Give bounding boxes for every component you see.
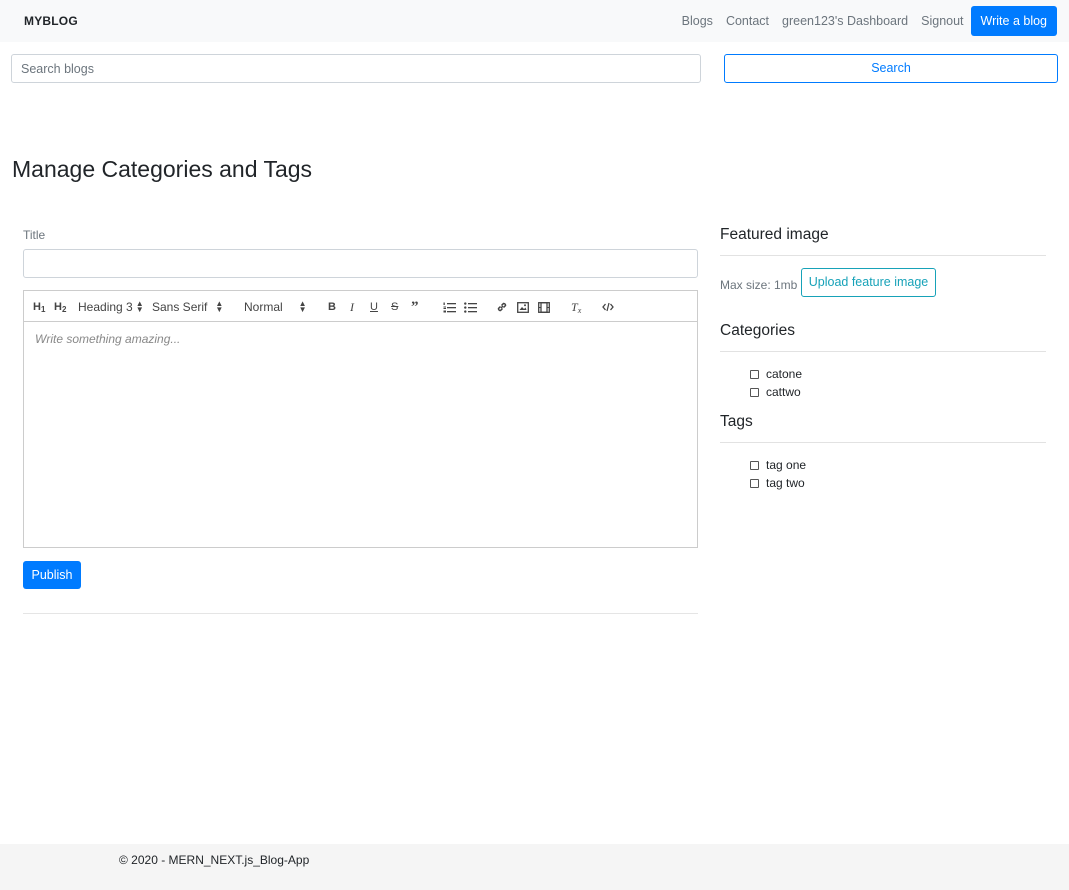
font-select[interactable]: Sans Serif ▲ ▼ [152, 299, 223, 315]
code-block-icon[interactable] [602, 299, 614, 315]
nav-link-contact[interactable]: Contact [726, 14, 769, 28]
divider [23, 613, 698, 614]
tag-checkbox[interactable] [750, 460, 759, 470]
italic-icon[interactable]: I [350, 299, 354, 315]
nav-links: Blogs Contact green123's Dashboard Signo… [669, 6, 1057, 36]
link-icon[interactable] [496, 299, 508, 315]
footer-copyright: © 2020 - MERN_NEXT.js_Blog-App [119, 853, 310, 867]
divider [720, 255, 1046, 256]
page-title: Manage Categories and Tags [12, 156, 313, 182]
footer: © 2020 - MERN_NEXT.js_Blog-App [0, 844, 1069, 890]
category-checkbox[interactable] [750, 369, 759, 379]
max-size-text: Max size: 1mb [720, 278, 798, 292]
editor-toolbar: H1 H2 Heading 3 ▲ ▼ Sans Serif ▲ ▼ Normal ▲ ▼ … [24, 291, 697, 322]
tag-label: tag two [766, 476, 805, 490]
tag-checkbox-row[interactable]: tag one [750, 458, 806, 472]
upload-feature-image-button[interactable]: Upload feature image [801, 268, 936, 297]
search-input[interactable] [11, 54, 701, 83]
size-select-value: Normal [244, 300, 283, 314]
image-icon[interactable] [517, 299, 529, 315]
clear-format-icon[interactable]: Tx [571, 299, 581, 315]
select-arrows-icon: ▲ ▼ [135, 299, 144, 314]
nav-link-blogs[interactable]: Blogs [682, 14, 713, 28]
strike-icon[interactable]: S [391, 299, 398, 315]
divider [720, 442, 1046, 443]
bullet-list-icon[interactable] [464, 299, 477, 315]
nav-link-signout[interactable]: Signout [921, 14, 963, 28]
search-button[interactable]: Search [724, 54, 1058, 83]
featured-image-heading: Featured image [720, 226, 829, 243]
underline-icon[interactable]: U [370, 299, 378, 315]
blockquote-icon[interactable]: ” [411, 299, 419, 315]
select-arrows-icon: ▲ ▼ [215, 299, 224, 314]
write-blog-button[interactable]: Write a blog [970, 6, 1057, 36]
video-icon[interactable] [538, 299, 550, 315]
h2-button[interactable]: H2 [54, 299, 66, 315]
tag-checkbox-row[interactable]: tag two [750, 476, 805, 490]
category-label: catone [766, 367, 803, 381]
nav-link-dashboard[interactable]: green123's Dashboard [782, 14, 908, 28]
category-checkbox-row[interactable]: cattwo [750, 385, 801, 399]
header-select-value: Heading 3 [78, 300, 133, 314]
title-label: Title [23, 228, 46, 242]
navbar: MYBLOG Blogs Contact green123's Dashboar… [0, 0, 1069, 42]
tags-heading: Tags [720, 413, 753, 430]
bold-icon[interactable]: B [328, 299, 336, 315]
title-input[interactable] [23, 249, 698, 278]
brand-logo[interactable]: MYBLOG [24, 14, 78, 28]
rich-text-editor: H1 H2 Heading 3 ▲ ▼ Sans Serif ▲ ▼ Normal ▲ ▼ … [23, 290, 698, 548]
category-label: cattwo [766, 385, 801, 399]
categories-heading: Categories [720, 322, 795, 339]
category-checkbox-row[interactable]: catone [750, 367, 802, 381]
editor-placeholder[interactable]: Write something amazing... [35, 332, 180, 346]
publish-button[interactable]: Publish [23, 561, 81, 589]
select-arrows-icon: ▲ ▼ [298, 299, 307, 314]
divider [720, 351, 1046, 352]
ordered-list-icon[interactable] [443, 299, 456, 315]
size-select[interactable]: Normal ▲ ▼ [244, 299, 307, 315]
tag-checkbox[interactable] [750, 478, 759, 488]
category-checkbox[interactable] [750, 387, 759, 397]
h1-button[interactable]: H1 [33, 299, 45, 315]
header-select[interactable]: Heading 3 ▲ ▼ [78, 299, 144, 315]
tag-label: tag one [766, 458, 807, 472]
font-select-value: Sans Serif [152, 300, 208, 314]
